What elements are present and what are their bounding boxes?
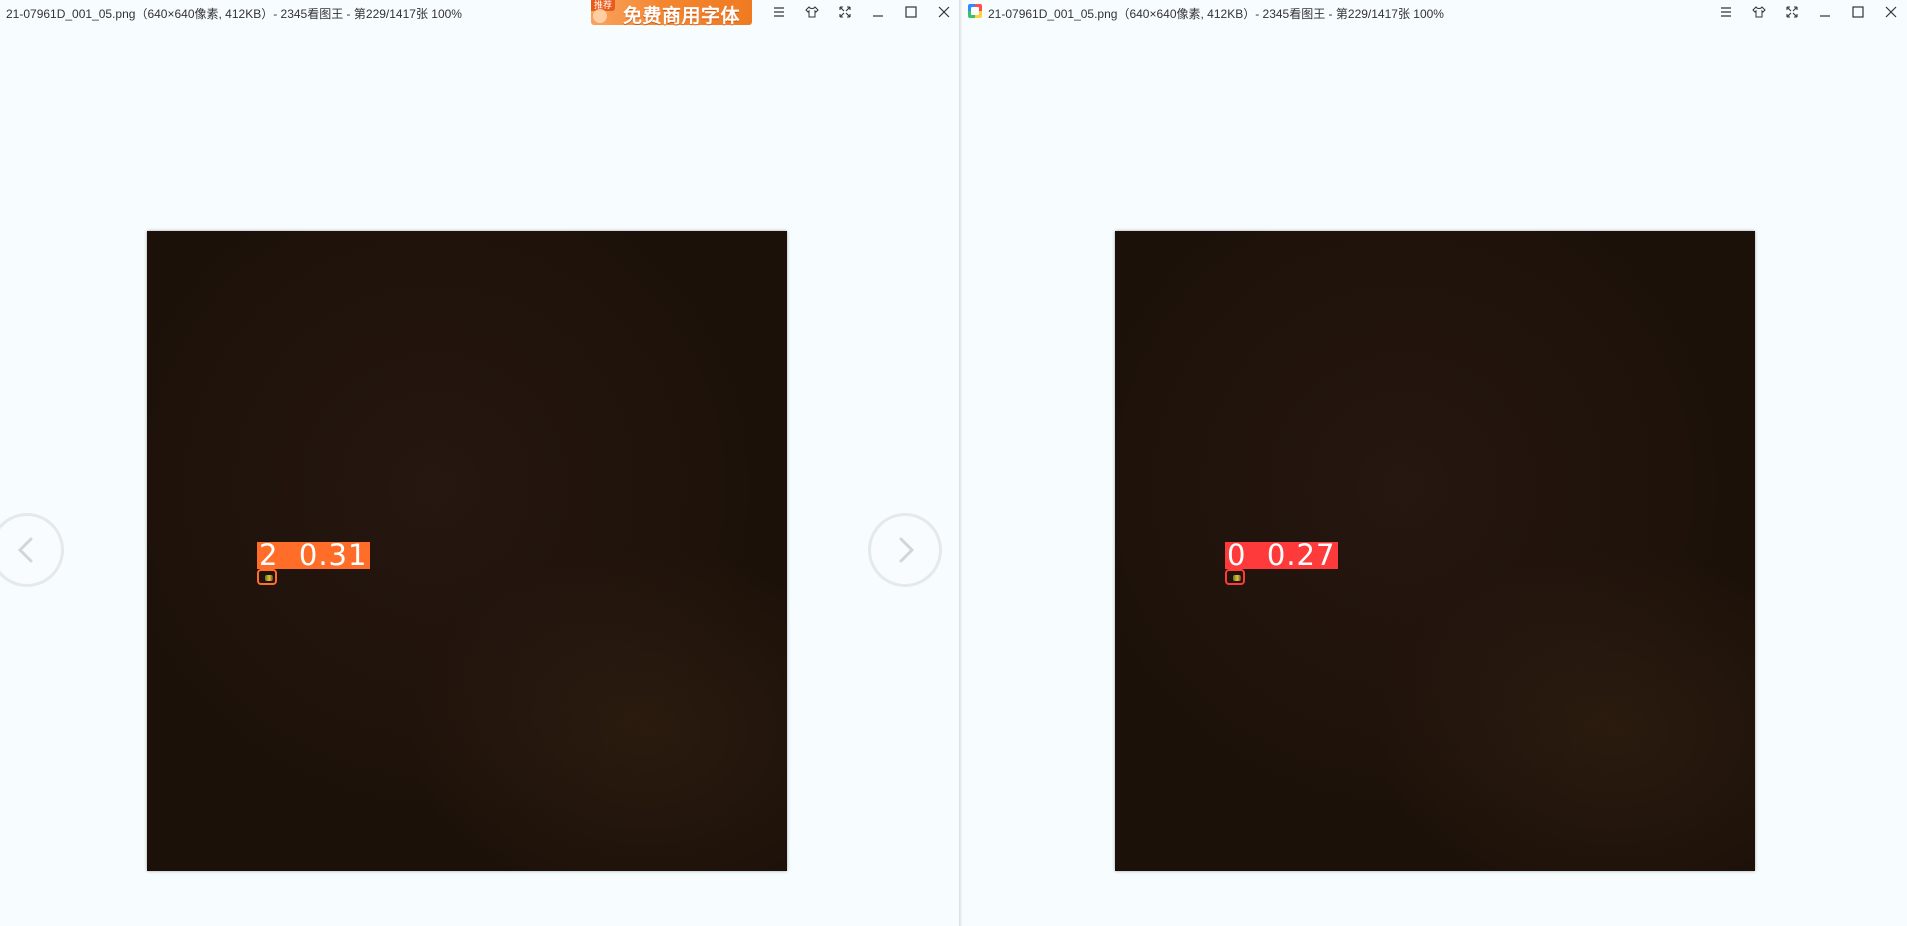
maximize-icon [904, 6, 917, 18]
displayed-image[interactable]: 2 0.31 [147, 231, 787, 871]
chevron-left-icon [17, 537, 33, 563]
close-icon [1885, 6, 1896, 18]
menu-icon [773, 7, 784, 17]
title-bar[interactable]: 21-07961D_001_05.png（640×640像素, 412KB）- … [0, 0, 960, 27]
next-image-button[interactable] [868, 513, 942, 587]
close-icon [938, 6, 949, 18]
detection-label: 2 0.31 [257, 541, 371, 570]
right-viewer-window: 21-07961D_001_05.png（640×640像素, 412KB）- … [962, 0, 1907, 926]
minimize-icon [872, 15, 883, 17]
window-controls [1709, 0, 1907, 24]
ad-decoration [593, 9, 607, 23]
detected-object [265, 575, 273, 581]
fullscreen-icon [1785, 6, 1798, 18]
menu-button[interactable] [762, 0, 795, 24]
ad-text: 免费商用字体 [623, 6, 741, 27]
title-bar[interactable]: 21-07961D_001_05.png（640×640像素, 412KB）- … [962, 0, 1907, 24]
skin-icon [804, 6, 819, 18]
fullscreen-icon [838, 6, 851, 18]
app-logo-icon [968, 4, 982, 18]
window-title: 21-07961D_001_05.png（640×640像素, 412KB）- … [6, 7, 462, 21]
menu-button[interactable] [1709, 0, 1742, 24]
minimize-button[interactable] [861, 0, 894, 24]
chevron-right-icon [899, 537, 915, 563]
skin-button[interactable] [795, 0, 828, 24]
skin-icon [1751, 6, 1766, 18]
close-button[interactable] [927, 0, 960, 24]
left-viewer-window: 21-07961D_001_05.png（640×640像素, 412KB）- … [0, 0, 960, 926]
maximize-button[interactable] [1841, 0, 1874, 24]
window-title: 21-07961D_001_05.png（640×640像素, 412KB）- … [988, 7, 1444, 21]
detection-box [1225, 569, 1245, 585]
ad-banner[interactable]: 推荐 免费商用字体 [591, 0, 752, 27]
window-controls [762, 0, 960, 24]
detected-object [1233, 575, 1241, 581]
close-button[interactable] [1874, 0, 1907, 24]
detection-label: 0 0.27 [1225, 541, 1339, 570]
maximize-button[interactable] [894, 0, 927, 24]
menu-icon [1720, 7, 1731, 17]
fullscreen-button[interactable] [1775, 0, 1808, 24]
fullscreen-button[interactable] [828, 0, 861, 24]
maximize-icon [1851, 6, 1864, 18]
minimize-button[interactable] [1808, 0, 1841, 24]
skin-button[interactable] [1742, 0, 1775, 24]
previous-image-button[interactable] [0, 513, 64, 587]
detection-box [257, 569, 277, 585]
displayed-image[interactable]: 0 0.27 [1115, 231, 1755, 871]
minimize-icon [1819, 15, 1830, 17]
